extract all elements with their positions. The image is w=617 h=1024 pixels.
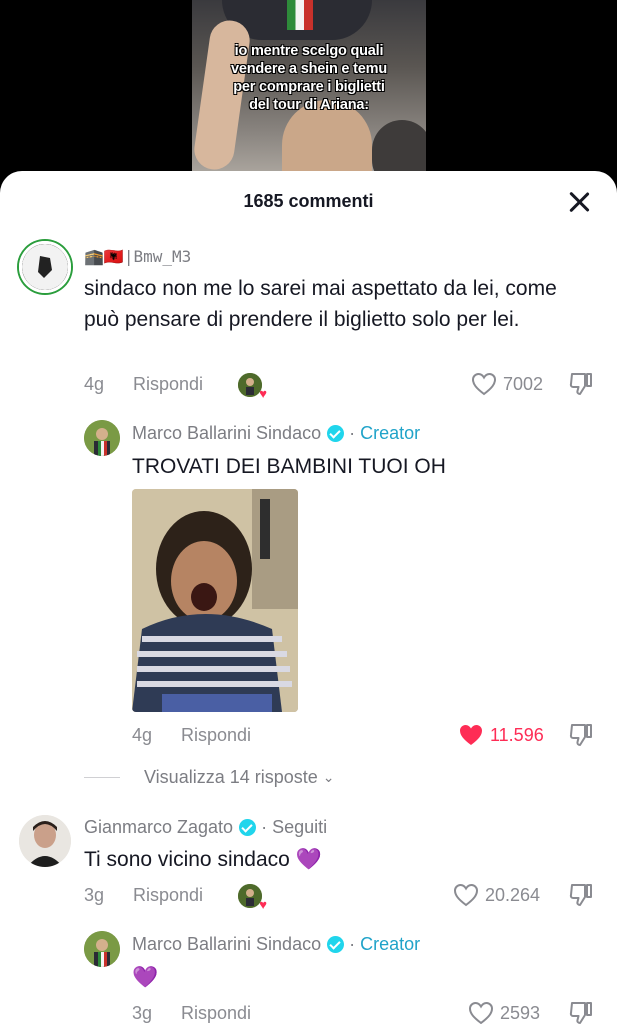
reply-button[interactable]: Rispondi xyxy=(133,885,203,906)
mini-heart-icon: ♥ xyxy=(259,386,267,401)
like-count: 7002 xyxy=(503,373,544,394)
thumb-down-icon xyxy=(569,724,592,746)
dislike-icon[interactable] xyxy=(568,882,594,913)
view-replies-label: Visualizza 14 risposte xyxy=(144,767,318,787)
dislike-icon[interactable] xyxy=(568,1000,594,1024)
reply-button[interactable]: Rispondi xyxy=(133,374,203,395)
verified-icon xyxy=(327,936,345,953)
like-button[interactable]: 20.264 xyxy=(453,883,540,907)
video-preview[interactable]: io mentre scelgo quali vendere a shein e… xyxy=(192,0,426,190)
avatar[interactable] xyxy=(19,241,71,293)
creator-liked-icon: ♥ xyxy=(238,884,267,911)
comment-username[interactable]: 🕋🇦🇱|Bmw_M3 xyxy=(84,247,191,266)
comment-username[interactable]: Gianmarco Zagato xyxy=(84,817,233,838)
reply-username[interactable]: Marco Ballarini Sindaco xyxy=(132,423,321,444)
reply-image[interactable] xyxy=(132,489,298,712)
divider-line xyxy=(84,777,120,778)
avatar-graphic xyxy=(22,244,68,290)
close-icon[interactable] xyxy=(567,190,591,214)
avatar-graphic xyxy=(84,931,120,967)
reply-button[interactable]: Rispondi xyxy=(181,1003,251,1024)
sheet-header: 1685 commenti xyxy=(0,171,617,233)
creator-badge: Creator xyxy=(360,423,421,443)
thumb-down-icon xyxy=(569,373,592,395)
comment-username-row: Gianmarco Zagato · Seguiti xyxy=(84,817,327,838)
comment-text: sindaco non me lo sarei mai aspettato da… xyxy=(84,277,557,331)
avatar[interactable] xyxy=(84,420,120,456)
video-caption: io mentre scelgo quali vendere a shein e… xyxy=(231,43,387,113)
avatar[interactable] xyxy=(19,815,71,867)
heart-outline-icon xyxy=(468,1001,494,1024)
heart-outline-icon xyxy=(471,372,497,396)
like-count: 20.264 xyxy=(485,884,541,905)
dislike-icon[interactable] xyxy=(568,722,594,753)
creator-liked-icon: ♥ xyxy=(238,373,267,400)
thumb-down-icon xyxy=(569,884,592,906)
reply-username-row: Marco Ballarini Sindaco · Creator xyxy=(132,934,420,955)
reply-text: 💜 xyxy=(132,966,159,989)
dislike-icon[interactable] xyxy=(568,371,594,402)
creator-badge: Creator xyxy=(360,934,421,954)
heart-filled-icon xyxy=(460,725,482,745)
verified-icon xyxy=(239,819,257,836)
following-badge: Seguiti xyxy=(272,817,328,837)
reply-button[interactable]: Rispondi xyxy=(181,725,251,746)
reply-time: 3g xyxy=(132,1003,153,1023)
comment-time: 3g xyxy=(84,885,105,905)
like-count: 11.596 xyxy=(490,724,544,745)
like-button[interactable]: 2593 xyxy=(468,1001,540,1024)
verified-icon xyxy=(327,425,345,442)
reply-time: 4g xyxy=(132,725,153,745)
like-button[interactable]: 7002 xyxy=(471,372,543,396)
like-count: 2593 xyxy=(500,1002,541,1023)
view-replies-button[interactable]: Visualizza 14 risposte ⌄ xyxy=(84,767,335,788)
mini-heart-icon: ♥ xyxy=(259,897,267,912)
reply-username-row: Marco Ballarini Sindaco · Creator xyxy=(132,423,420,444)
comments-sheet: 1685 commenti 🕋🇦🇱|Bmw_M3 sindaco non me … xyxy=(0,171,617,1024)
reply-username[interactable]: Marco Ballarini Sindaco xyxy=(132,934,321,955)
comment-text: Ti sono vicino sindaco 💜 xyxy=(84,848,322,871)
separator-dot: · xyxy=(349,934,356,954)
reply-image-graphic xyxy=(132,489,298,712)
chevron-down-icon: ⌄ xyxy=(322,769,335,785)
avatar-graphic xyxy=(19,815,71,867)
avatar-graphic xyxy=(84,420,120,456)
separator-dot: · xyxy=(261,817,268,837)
comments-count-title: 1685 commenti xyxy=(243,191,374,211)
separator-dot: · xyxy=(349,423,356,443)
avatar[interactable] xyxy=(84,931,120,967)
like-button[interactable]: 11.596 xyxy=(458,723,544,747)
thumb-down-icon xyxy=(569,1002,592,1024)
reply-text: TROVATI DEI BAMBINI TUOI OH xyxy=(132,455,446,478)
heart-outline-icon xyxy=(453,883,479,907)
video-sash xyxy=(287,0,313,30)
comment-time: 4g xyxy=(84,374,105,394)
